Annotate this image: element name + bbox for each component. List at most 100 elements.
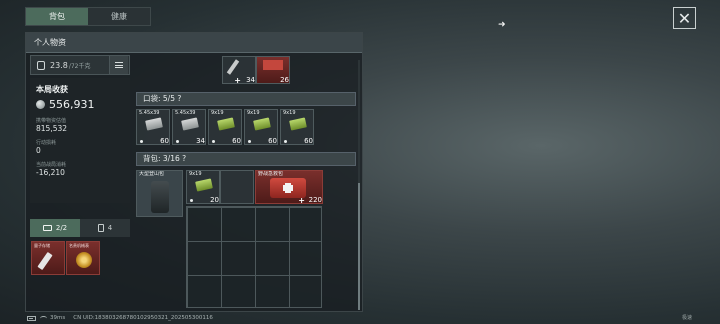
equipment-tabs: 2/2 4 bbox=[30, 219, 130, 237]
ammo-box-icon bbox=[145, 117, 163, 131]
status-bar: 39ms CN UID:18380326878010295032­1_20250… bbox=[27, 313, 707, 323]
pocket-item-5: 9x19 60 bbox=[281, 110, 315, 146]
weight-value: 23.8 bbox=[50, 60, 68, 70]
pocket-slot-3[interactable]: 9x19 60 bbox=[208, 109, 242, 145]
tab-backpack[interactable]: 背包 bbox=[26, 8, 88, 25]
backpack-icon bbox=[151, 181, 169, 213]
ping-value: 39ms bbox=[50, 315, 66, 321]
backpack-item-ammo: 9x19 20 bbox=[187, 171, 221, 205]
pocket-item-1-count: 60 bbox=[160, 137, 169, 145]
usb-drive-icon bbox=[37, 251, 53, 271]
medkit-icon bbox=[270, 178, 306, 198]
top-tab-bar: 背包 健康 bbox=[25, 7, 151, 26]
wifi-icon bbox=[40, 315, 47, 321]
item-slot-top-1[interactable]: + 34 bbox=[222, 56, 257, 85]
pocket-header: 口袋: 5/5 ? bbox=[136, 92, 356, 106]
backpack-item-ammo-tag: 9x19 bbox=[189, 171, 202, 177]
loss-value: 0 bbox=[36, 146, 41, 155]
pocket-item-2-count: 34 bbox=[196, 137, 205, 145]
list-button[interactable] bbox=[109, 56, 128, 74]
battery-icon bbox=[27, 315, 36, 321]
coin-icon bbox=[36, 100, 45, 109]
equip-item-luxury-watch[interactable]: 名贵机械表 bbox=[66, 241, 100, 275]
top-item-1-count: 34 bbox=[246, 76, 255, 84]
pocket-slot-2[interactable]: 5.45x39 34 bbox=[172, 109, 206, 145]
pocket-item-1-tag: 5.45x39 bbox=[139, 110, 160, 116]
briefcase-icon bbox=[42, 225, 52, 231]
item-slot-top-2[interactable]: 26 bbox=[256, 56, 290, 84]
dot-icon bbox=[140, 140, 143, 143]
pocket-slot-1[interactable]: 5.45x39 60 bbox=[136, 109, 170, 145]
pocket-item-3-count: 60 bbox=[232, 137, 241, 145]
watch-icon bbox=[76, 252, 92, 268]
weight-max: /72千克 bbox=[68, 62, 91, 70]
pocket-slot-4[interactable]: 9x19 60 bbox=[244, 109, 278, 145]
tab-consumables[interactable]: 4 bbox=[80, 219, 130, 237]
dot-icon bbox=[190, 199, 193, 202]
net-label: 当前战局消耗 bbox=[36, 162, 67, 168]
backpack-grid[interactable] bbox=[186, 206, 322, 308]
list-icon bbox=[115, 62, 123, 68]
tab-secure-container[interactable]: 2/2 bbox=[30, 219, 80, 237]
consumables-count: 4 bbox=[107, 224, 113, 232]
pocket-item-4-tag: 9x19 bbox=[247, 110, 260, 116]
pocket-item-5-tag: 9x19 bbox=[283, 110, 296, 116]
equip-item-label: 名贵机械表 bbox=[69, 243, 89, 248]
equip-item-quantum-storage[interactable]: 量子存储 bbox=[31, 241, 65, 275]
canister-icon bbox=[97, 224, 104, 232]
stats-panel: 本局收获 556,931 携带物资估值 815,532 行动损耗 0 当前战局消… bbox=[30, 78, 130, 203]
dot-icon bbox=[284, 140, 287, 143]
secure-container-count: 2/2 bbox=[55, 224, 68, 232]
plus-icon: + bbox=[234, 76, 241, 85]
backpack-equip-item: 大型登山包 bbox=[137, 171, 184, 218]
tab-health[interactable]: 健康 bbox=[88, 8, 150, 25]
tool-icon bbox=[226, 59, 240, 75]
uid-text: CN UID:18380326878010295032­1_2025053001… bbox=[73, 315, 213, 321]
stats-total-value: 556,931 bbox=[49, 98, 95, 111]
network-mode: 极速 bbox=[682, 315, 693, 321]
ammo-box-icon bbox=[253, 117, 271, 131]
backpack-slot-2[interactable] bbox=[220, 170, 254, 204]
pocket-item-4: 9x19 60 bbox=[245, 110, 279, 146]
ammo-box-icon bbox=[289, 117, 307, 131]
plus-icon: + bbox=[298, 196, 305, 205]
pocket-item-2-tag: 5.45x39 bbox=[175, 110, 196, 116]
backpack-item-ammo-count: 20 bbox=[210, 196, 219, 204]
top-item-2-count: 26 bbox=[280, 76, 289, 84]
pocket-item-5-count: 60 bbox=[304, 137, 313, 145]
lock-icon bbox=[37, 60, 45, 70]
close-button[interactable]: ✕ bbox=[673, 7, 696, 29]
backpack-header: 背包: 3/16 ? bbox=[136, 152, 356, 166]
top-item-2: 26 bbox=[257, 57, 291, 85]
pocket-item-2: 5.45x39 34 bbox=[173, 110, 207, 146]
box-icon bbox=[263, 60, 283, 70]
backpack-item-medkit: 野战急救包 + 220 bbox=[256, 171, 324, 206]
pocket-item-1: 5.45x39 60 bbox=[137, 110, 171, 146]
dot-icon bbox=[248, 140, 251, 143]
pocket-item-3: 9x19 60 bbox=[209, 110, 243, 146]
backpack-item-medkit-tag: 野战急救包 bbox=[258, 171, 284, 177]
close-icon: ✕ bbox=[677, 8, 692, 28]
top-item-1: + 34 bbox=[223, 57, 257, 85]
stats-heading: 本局收获 bbox=[36, 85, 68, 94]
loss-label: 行动损耗 bbox=[36, 140, 57, 146]
dot-icon bbox=[176, 140, 179, 143]
pocket-slot-5[interactable]: 9x19 60 bbox=[280, 109, 314, 145]
scrollbar-thumb[interactable] bbox=[358, 183, 360, 310]
backpack-slot-1[interactable]: 9x19 20 bbox=[186, 170, 220, 204]
dot-icon bbox=[212, 140, 215, 143]
backpack-equip-slot[interactable]: 大型登山包 bbox=[136, 170, 183, 217]
carry-label: 携带物资估值 bbox=[36, 118, 67, 124]
equip-item-label: 量子存储 bbox=[34, 243, 50, 248]
panel-title: 个人物资 bbox=[26, 33, 362, 53]
backpack-item-medkit-count: 220 bbox=[308, 196, 322, 204]
backpack-equip-tag: 大型登山包 bbox=[139, 171, 165, 177]
ammo-box-icon bbox=[217, 117, 235, 131]
pocket-item-4-count: 60 bbox=[268, 137, 277, 145]
cursor-icon: ➜ bbox=[498, 20, 506, 30]
pocket-item-3-tag: 9x19 bbox=[211, 110, 224, 116]
ammo-box-icon bbox=[195, 178, 213, 192]
ammo-box-icon bbox=[181, 117, 199, 131]
backpack-slot-3[interactable]: 野战急救包 + 220 bbox=[255, 170, 324, 206]
net-value: -16,210 bbox=[36, 168, 65, 177]
